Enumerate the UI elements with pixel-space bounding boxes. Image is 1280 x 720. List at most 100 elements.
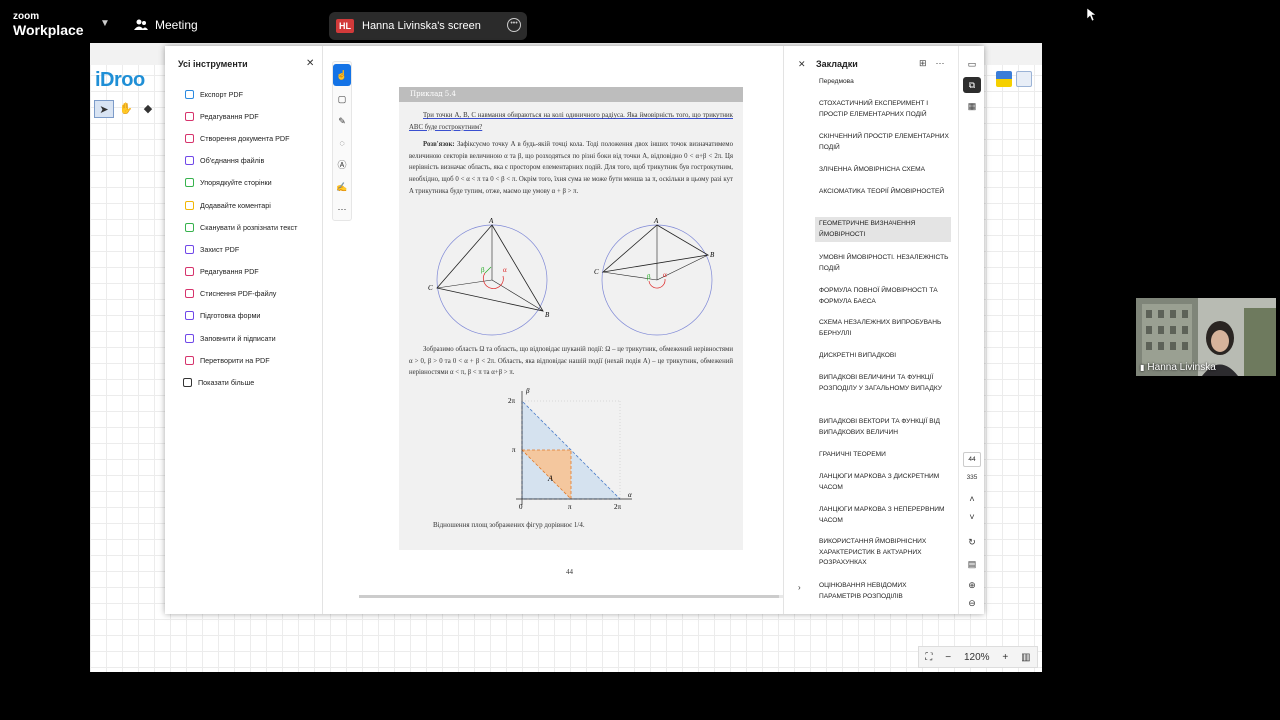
signature-icon[interactable]: ✍ <box>333 176 351 198</box>
select-tool-icon[interactable]: ➤ <box>94 100 114 118</box>
zoom-in-icon[interactable]: ⊕ <box>963 577 981 593</box>
chevron-right-icon[interactable]: › <box>798 583 801 592</box>
thumbnails-icon[interactable]: ▦ <box>963 98 981 114</box>
bookmark-item[interactable]: СКІНЧЕННИЙ ПРОСТІР ЕЛЕМЕНТАРНИХ ПОДІЙ <box>819 132 949 153</box>
bookmark-item[interactable]: ЗЛІЧЕННА ЙМОВІРНІСНА СХЕМА <box>819 165 949 176</box>
zoom-in-icon[interactable]: + <box>1002 652 1008 663</box>
presenter-badge: HL <box>336 19 354 33</box>
users-icon[interactable] <box>1016 71 1032 87</box>
axis-beta: β <box>525 387 530 395</box>
tool-item[interactable]: Експорт PDF <box>185 83 297 105</box>
tools-list: Експорт PDF Редагування PDF Створення доку… <box>183 83 297 394</box>
add-comment-icon[interactable]: ▢ <box>333 88 351 110</box>
participant-video[interactable]: ▮ Hanna Livinska <box>1136 298 1276 376</box>
bookmark-item[interactable]: ВИКОРИСТАННЯ ЙМОВІРНІСНИХ ХАРАКТЕРИСТИК … <box>819 537 949 569</box>
chevron-down-icon[interactable]: ˅ <box>963 509 981 525</box>
bookmark-item[interactable]: ДИСКРЕТНІ ВИПАДКОВІ <box>819 351 949 362</box>
tool-item[interactable]: Редагування PDF <box>185 261 297 283</box>
tool-item-label: Об'єднання файлів <box>200 156 265 166</box>
tool-item[interactable]: Захист PDF <box>185 238 297 260</box>
close-icon[interactable]: ✕ <box>798 59 806 70</box>
share-label: Hanna Livinska's screen <box>362 20 481 32</box>
tool-item[interactable]: Редагування PDF <box>185 105 297 127</box>
bookmarks-actions: ⊞ ⋯ <box>919 58 945 69</box>
axis-alpha: α <box>628 491 632 499</box>
add-bookmark-icon[interactable]: ⊞ <box>919 58 927 69</box>
edit-pdf-icon <box>185 111 194 121</box>
tool-item[interactable]: Додавайте коментарі <box>185 194 297 216</box>
tick-pi-x: π <box>568 503 572 511</box>
more-options-icon[interactable]: ••• <box>507 18 521 32</box>
map-icon[interactable]: ▥ <box>1021 652 1030 663</box>
tool-item[interactable]: Підготовка форми <box>185 305 297 327</box>
flag-icon[interactable] <box>996 71 1012 87</box>
region-description: Зобразимо область Ω та область, що відпо… <box>409 346 733 377</box>
idroo-toolbar: ➤ ✋ ◆ <box>94 100 158 118</box>
tool-item[interactable]: Стиснення PDF-файлу <box>185 283 297 305</box>
close-icon[interactable]: ✕ <box>306 58 314 69</box>
bookmark-item[interactable]: ЛАНЦЮГИ МАРКОВА З НЕПЕРЕРВНИМ ЧАСОМ <box>819 505 949 526</box>
tool-item-label: Додавайте коментарі <box>200 200 271 210</box>
meeting-menu[interactable]: Meeting <box>134 18 198 32</box>
tool-item[interactable]: Сканувати й розпізнати текст <box>185 216 297 238</box>
tool-item[interactable]: Упорядкуйте сторінки <box>185 172 297 194</box>
signal-bars-icon: ▮ <box>1140 363 1145 372</box>
tool-item[interactable]: Заповнити й підписати <box>185 327 297 349</box>
bookmark-item[interactable]: Передмова <box>819 77 949 88</box>
zoom-level[interactable]: 120% <box>964 652 990 663</box>
figure-caption: Відношення площ зображених фігур дорівню… <box>433 521 585 529</box>
bookmark-item[interactable]: ВИПАДКОВІ ВЕЛИЧИНИ ТА ФУНКЦІЇ РОЗПОДІЛУ … <box>819 373 949 394</box>
participants-icon <box>134 19 148 30</box>
comments-icon[interactable]: ▭ <box>963 56 981 72</box>
tool-item-label: Стиснення PDF-файлу <box>200 289 277 299</box>
hand-tool-icon[interactable]: ✋ <box>116 100 136 118</box>
chevron-up-icon[interactable]: ˄ <box>963 491 981 507</box>
tool-item[interactable]: Об'єднання файлів <box>185 150 297 172</box>
tool-item[interactable]: Перетворити на PDF <box>185 349 297 371</box>
pen-icon[interactable]: ✎ <box>333 110 351 132</box>
zoom-out-icon[interactable]: ⊖ <box>963 595 981 611</box>
zoom-out-icon[interactable]: − <box>945 652 951 663</box>
tool-item[interactable]: Створення документа PDF <box>185 127 297 149</box>
scan-ocr-icon <box>185 222 194 232</box>
participant-name-label: ▮ Hanna Livinska <box>1140 362 1216 373</box>
idroo-zoom-control: ⛶ − 120% + ▥ <box>918 646 1038 668</box>
bookmark-item[interactable]: ВИПАДКОВІ ВЕКТОРИ ТА ФУНКЦІЇ ВІД ВИПАДКО… <box>819 417 949 438</box>
bookmark-item[interactable]: ОЦІНЮВАННЯ НЕВІДОМИХ ПАРАМЕТРІВ РОЗПОДІЛ… <box>819 581 949 602</box>
save-page-icon[interactable]: ▤ <box>963 556 981 572</box>
text-box-icon[interactable]: Ⓐ <box>333 154 351 176</box>
combine-files-icon <box>185 156 194 166</box>
bookmarks-icon[interactable]: ⧉ <box>963 77 981 93</box>
rotate-icon[interactable]: ↻ <box>963 534 981 550</box>
document-view[interactable]: Приклад 5.4 Три точки A, B, C навмання о… <box>359 46 783 614</box>
bookmark-item[interactable]: УМОВНІ ЙМОВІРНОСТІ. НЕЗАЛЕЖНІСТЬ ПОДІЙ <box>819 253 949 274</box>
current-page-field[interactable]: 44 <box>963 452 981 467</box>
more-tools-icon[interactable]: ⋯ <box>333 198 351 220</box>
tool-item-label: Показати більше <box>198 378 255 388</box>
show-more-icon <box>183 378 192 388</box>
tool-item-label: Упорядкуйте сторінки <box>200 178 272 188</box>
meeting-label: Meeting <box>155 18 198 32</box>
chevron-down-icon[interactable]: ▼ <box>100 18 110 29</box>
point-A-left: A <box>488 217 494 225</box>
bookmark-item[interactable]: ЛАНЦЮГИ МАРКОВА З ДИСКРЕТНИМ ЧАСОМ <box>819 472 949 493</box>
point-B-right: B <box>710 251 715 259</box>
beta-right: β <box>647 273 651 281</box>
screen-share-indicator[interactable]: HL Hanna Livinska's screen ••• <box>329 12 527 40</box>
bookmarks-panel: ✕ Закладки ⊞ ⋯ Передмова СТОХАСТИЧНИЙ ЕКС… <box>783 46 958 614</box>
hand-select-icon[interactable]: ☝ <box>333 64 351 86</box>
bookmark-item[interactable]: СТОХАСТИЧНИЙ ЕКСПЕРИМЕНТ І ПРОСТІР ЕЛЕМЕ… <box>819 99 949 120</box>
bookmark-item[interactable]: ФОРМУЛА ПОВНОЇ ЙМОВІРНОСТІ ТА ФОРМУЛА БА… <box>819 286 949 307</box>
bookmark-item[interactable]: СХЕМА НЕЗАЛЕЖНИХ ВИПРОБУВАНЬ БЕРНУЛЛІ <box>819 318 949 339</box>
tool-item[interactable]: Показати більше <box>183 371 297 393</box>
eraser-tool-icon[interactable]: ◆ <box>138 100 158 118</box>
fit-screen-icon[interactable]: ⛶ <box>925 652 932 663</box>
bookmark-item[interactable]: АКСІОМАТИКА ТЕОРІЇ ЙМОВІРНОСТЕЙ <box>819 187 949 198</box>
bookmark-item[interactable]: ГРАНИЧНІ ТЕОРЕМИ <box>819 450 949 461</box>
lasso-icon[interactable]: ◌ <box>333 132 351 154</box>
more-options-icon[interactable]: ⋯ <box>936 58 945 69</box>
bookmark-item[interactable]: ГЕОМЕТРИЧНЕ ВИЗНАЧЕННЯ ЙМОВІРНОСТІ <box>815 217 951 243</box>
zoom-brand-top: zoom <box>13 11 40 22</box>
tool-item-label: Редагування PDF <box>200 111 259 121</box>
horizontal-scrollbar[interactable] <box>359 595 783 598</box>
